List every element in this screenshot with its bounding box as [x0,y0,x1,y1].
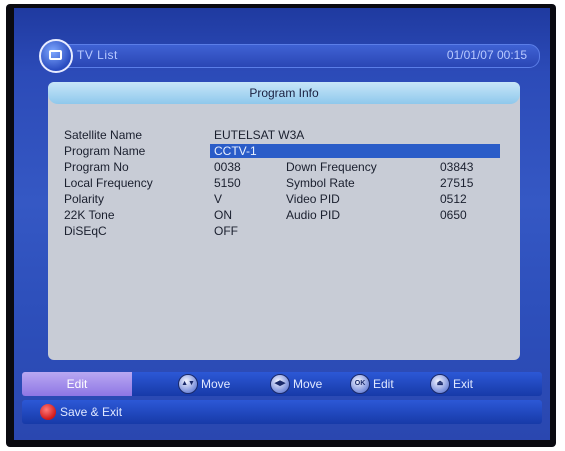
hint-ok-edit[interactable]: OK Edit [350,374,394,394]
tv-frame: TV List 01/01/07 00:15 Program Info Sate… [6,4,556,447]
value-down-frequency[interactable]: 03843 [440,160,473,174]
up-down-icon: ▲▼ [178,374,198,394]
title-bar: TV List 01/01/07 00:15 [39,39,540,73]
ok-icon: OK [350,374,370,394]
value-program-no[interactable]: 0038 [214,160,241,174]
value-local-frequency[interactable]: 5150 [214,176,241,190]
hint-move-vertical[interactable]: ▲▼ Move [178,374,230,394]
value-program-name[interactable]: CCTV-1 [214,144,257,158]
footer-hint-bar: Edit ▲▼ Move ◀▶ Move OK Edit ⏏ Exit [22,372,542,396]
tv-screen: TV List 01/01/07 00:15 Program Info Sate… [14,8,550,440]
value-satellite-name[interactable]: EUTELSAT W3A [214,128,304,142]
hint-label: Move [201,377,231,391]
exit-icon: ⏏ [430,374,450,394]
label-polarity: Polarity [64,192,105,206]
tv-badge [39,39,73,73]
save-exit-bar[interactable]: Save & Exit [22,400,542,424]
hint-label: Edit [373,377,394,391]
label-audio-pid: Audio PID [286,208,341,222]
panel-header: Program Info [48,82,520,104]
hint-move-horizontal[interactable]: ◀▶ Move [270,374,322,394]
label-symbol-rate: Symbol Rate [286,176,355,190]
edit-tab[interactable]: Edit [22,372,132,396]
program-info-panel: Program Info Satellite Name Program Name… [48,82,520,360]
datetime: 01/01/07 00:15 [446,48,527,62]
label-program-name: Program Name [64,144,146,158]
hint-exit[interactable]: ⏏ Exit [430,374,473,394]
value-audio-pid[interactable]: 0650 [440,208,467,222]
menu-title: TV List [77,48,118,62]
label-diseqc: DiSEqC [64,224,107,238]
label-22k-tone: 22K Tone [64,208,115,222]
value-22k-tone[interactable]: ON [214,208,232,222]
value-polarity[interactable]: V [214,192,222,206]
value-symbol-rate[interactable]: 27515 [440,176,473,190]
label-satellite-name: Satellite Name [64,128,143,142]
value-diseqc[interactable]: OFF [214,224,238,238]
red-button-icon [40,404,56,420]
tv-icon [49,50,62,60]
hint-label: Exit [453,377,474,391]
left-right-icon: ◀▶ [270,374,290,394]
hint-label: Move [293,377,323,391]
label-down-frequency: Down Frequency [286,160,377,174]
label-program-no: Program No [64,160,129,174]
save-exit-label: Save & Exit [60,405,123,419]
label-video-pid: Video PID [286,192,340,206]
label-local-frequency: Local Frequency [64,176,153,190]
value-video-pid[interactable]: 0512 [440,192,467,206]
